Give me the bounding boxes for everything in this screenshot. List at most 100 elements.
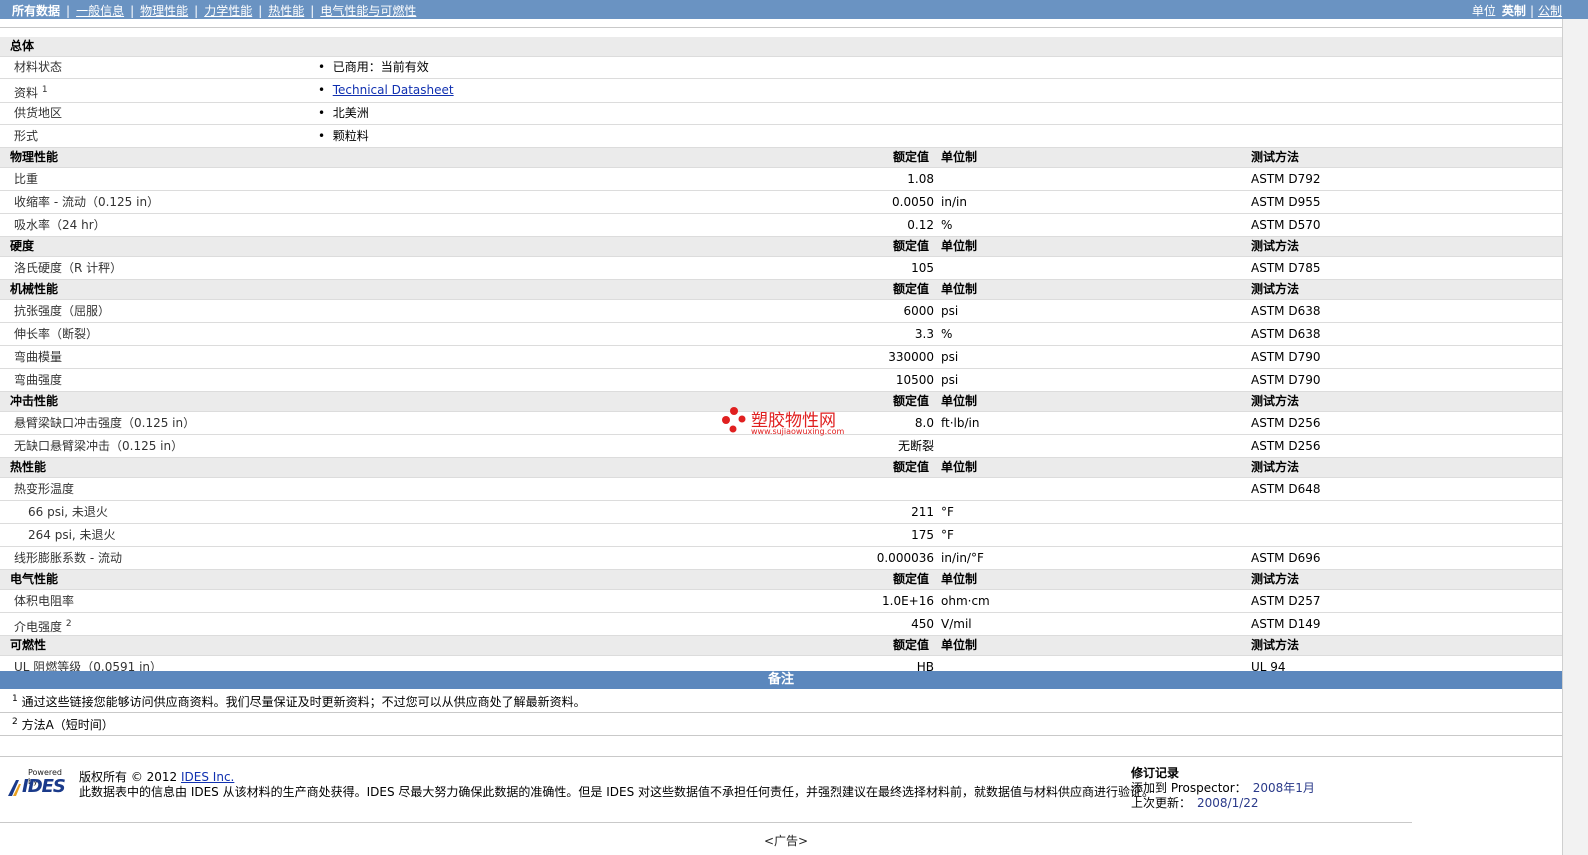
units-metric-link[interactable]: 公制 [1538, 4, 1562, 18]
col-header-unit: 单位制 [941, 638, 978, 652]
table-row: 弯曲模量 330000 psi ASTM D790 [0, 346, 1562, 369]
section-title: 物理性能 [10, 150, 59, 164]
tab-separator: | [1529, 4, 1534, 18]
section-title: 电气性能 [10, 572, 59, 586]
row-value: 211 [911, 505, 934, 519]
row-value: 0.12 [907, 218, 934, 232]
col-header-unit: 单位制 [941, 239, 978, 253]
col-header-unit: 单位制 [941, 460, 978, 474]
added-value: 2008年1月 [1252, 781, 1315, 795]
divider [0, 735, 1562, 736]
tab-separator: | [194, 4, 199, 18]
row-sublabel: 66 psi, 未退火 [28, 505, 108, 519]
col-header-value: 额定值 [893, 572, 930, 586]
divider [0, 822, 1412, 823]
col-header-method: 测试方法 [1251, 572, 1300, 586]
note-item: 2 方法A（短时间） [12, 716, 114, 733]
row-value: 3.3 [914, 327, 934, 341]
table-row: 收缩率 - 流动（0.125 in） 0.0050 in/in ASTM D95… [0, 191, 1562, 214]
footnote-ref: 2 [65, 619, 72, 629]
row-label: 线形膨胀系数 - 流动 [14, 551, 122, 565]
tab-physical[interactable]: 物理性能 [140, 2, 188, 19]
row-label: 资料 1 [14, 79, 48, 105]
row-method: ASTM D638 [1251, 327, 1321, 341]
row-unit: °F [941, 528, 954, 542]
row-method: ASTM D648 [1251, 482, 1321, 496]
tab-electrical[interactable]: 电气性能与可燃性 [320, 2, 416, 19]
table-row: 供货地区 • 北美洲 [0, 103, 1562, 125]
ides-logo-icon [8, 780, 21, 796]
added-label: 添加到 Prospector： [1131, 781, 1247, 795]
tab-mechanical[interactable]: 力学性能 [204, 2, 252, 19]
ad-placeholder: <广告> [764, 834, 809, 848]
tab-all-data[interactable]: 所有数据 [12, 2, 60, 19]
tab-thermal[interactable]: 热性能 [268, 2, 304, 19]
row-value: • 已商用：当前有效 [318, 60, 429, 74]
row-method: ASTM D256 [1251, 439, 1321, 453]
units-imperial[interactable]: 英制 [1502, 4, 1526, 18]
table-row: 264 psi, 未退火 175 °F [0, 524, 1562, 547]
row-unit: °F [941, 505, 954, 519]
row-label-text: 资料 [14, 86, 39, 100]
region-text: 北美洲 [332, 106, 369, 120]
watermark-url: www.sujiaowuxing.com [751, 427, 845, 436]
section-header-physical: 物理性能 额定值 单位制 测试方法 [0, 148, 1562, 168]
tab-separator: | [130, 4, 135, 18]
row-label: 热变形温度 [14, 482, 75, 496]
row-label: 收缩率 - 流动（0.125 in） [14, 195, 160, 209]
footnote-ref: 1 [41, 85, 48, 95]
row-value: 10500 [895, 373, 934, 387]
row-unit: psi [941, 350, 959, 364]
ides-inc-link[interactable]: IDES Inc. [181, 770, 234, 784]
row-unit: ohm·cm [941, 594, 990, 608]
col-header-value: 额定值 [893, 460, 930, 474]
ides-logo[interactable]: Powered by IDES [8, 768, 70, 797]
table-row: 66 psi, 未退火 211 °F [0, 501, 1562, 524]
row-value: • 颗粒料 [318, 129, 369, 143]
table-row: 材料状态 • 已商用：当前有效 [0, 57, 1562, 79]
notes-header: 备注 [0, 671, 1562, 689]
col-header-unit: 单位制 [941, 150, 978, 164]
row-label: 弯曲模量 [14, 350, 63, 364]
row-label: 体积电阻率 [14, 594, 75, 608]
row-value: 330000 [888, 350, 934, 364]
technical-datasheet-link[interactable]: Technical Datasheet [333, 83, 454, 97]
table-row: 伸长率（断裂） 3.3 % ASTM D638 [0, 323, 1562, 346]
row-method: ASTM D955 [1251, 195, 1321, 209]
row-label: 形式 [14, 129, 39, 143]
section-title: 总体 [10, 39, 35, 53]
table-row: 比重 1.08 ASTM D792 [0, 168, 1562, 191]
row-unit: ft·lb/in [941, 416, 980, 430]
table-row: 资料 1 • Technical Datasheet [0, 79, 1562, 103]
row-value: 8.0 [914, 416, 934, 430]
col-header-value: 额定值 [893, 239, 930, 253]
row-method: ASTM D257 [1251, 594, 1321, 608]
row-method: ASTM D149 [1251, 617, 1321, 631]
row-label: 比重 [14, 172, 39, 186]
col-header-method: 测试方法 [1251, 638, 1300, 652]
revision-title: 修订记录 [1131, 766, 1180, 780]
col-header-method: 测试方法 [1251, 282, 1300, 296]
divider [0, 712, 1562, 713]
revision-updated: 上次更新： 2008/1/22 [1131, 796, 1315, 811]
top-nav-bar: 所有数据 | 一般信息 | 物理性能 | 力学性能 | 热性能 | 电气性能与可燃性 单位 英制 | 公制 [0, 0, 1588, 19]
tab-general-info[interactable]: 一般信息 [76, 2, 124, 19]
row-label: 伸长率（断裂） [14, 327, 99, 341]
page-scrollbar[interactable] [1562, 19, 1588, 855]
copyright-text: 版权所有 © 2012 [79, 770, 178, 784]
row-method: ASTM D785 [1251, 261, 1321, 275]
revision-history: 修订记录 添加到 Prospector： 2008年1月 上次更新： 2008/1/… [1131, 766, 1315, 811]
col-header-unit: 单位制 [941, 572, 978, 586]
row-unit: psi [941, 304, 959, 318]
tab-separator: | [258, 4, 263, 18]
row-method: ASTM D790 [1251, 373, 1321, 387]
row-value: 0.000036 [876, 551, 934, 565]
section-title: 机械性能 [10, 282, 59, 296]
note-number: 1 [12, 694, 18, 704]
footer: Powered by IDES 版权所有 © 2012 IDES Inc. 此数… [0, 758, 1562, 828]
watermark-dots-icon [722, 407, 746, 433]
row-unit: % [941, 327, 953, 341]
row-sublabel: 264 psi, 未退火 [28, 528, 116, 542]
revision-added: 添加到 Prospector： 2008年1月 [1131, 781, 1315, 796]
row-value: 6000 [903, 304, 934, 318]
